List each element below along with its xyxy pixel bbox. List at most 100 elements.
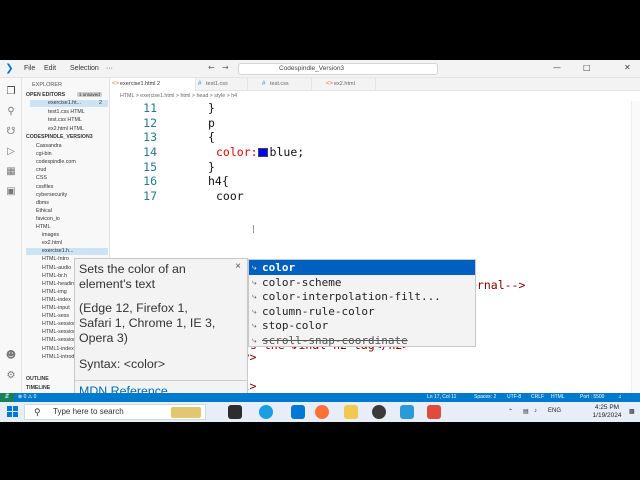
back-arrow-icon[interactable]: ← bbox=[208, 63, 215, 72]
file-tree-item[interactable]: HTML bbox=[26, 224, 108, 231]
open-editor-item[interactable]: test1.css HTML bbox=[30, 109, 108, 116]
settings-gear-icon[interactable]: ⚙ bbox=[5, 370, 17, 382]
file-tree-item[interactable]: cssfiles bbox=[26, 184, 108, 191]
file-tree-item[interactable]: favicon_io bbox=[26, 216, 108, 223]
tab-test-css[interactable]: # test.css bbox=[260, 78, 312, 91]
doc-browsers-line: (Edge 12, Firefox 1, bbox=[79, 301, 188, 315]
app-red-icon[interactable] bbox=[427, 405, 441, 419]
network-icon[interactable]: ▤ bbox=[523, 408, 529, 415]
file-tree-item[interactable]: Cassandra bbox=[26, 143, 108, 150]
obs-icon[interactable] bbox=[372, 405, 386, 419]
firefox-icon[interactable] bbox=[315, 405, 329, 419]
input-language[interactable]: ENG bbox=[548, 408, 561, 414]
code-line[interactable]: } bbox=[208, 101, 215, 115]
open-editor-item[interactable]: exercise1.ht... 2 bbox=[30, 100, 108, 107]
encoding-status[interactable]: UTF-8 bbox=[507, 393, 521, 402]
language-mode[interactable]: HTML bbox=[551, 393, 565, 402]
close-window-icon[interactable]: ✕ bbox=[624, 63, 631, 72]
code-line[interactable]: { bbox=[208, 130, 215, 144]
suggestion-item[interactable]: ⤷ color-scheme bbox=[249, 275, 475, 290]
mouse-cursor bbox=[253, 225, 254, 233]
line-number: 16 bbox=[143, 174, 157, 188]
suggestion-item[interactable]: ⤷ color bbox=[249, 260, 475, 275]
code-text: } bbox=[208, 159, 215, 174]
open-editor-item[interactable]: test.css HTML bbox=[30, 117, 108, 124]
tab-exercise1[interactable]: <> exercise1.html 2 bbox=[110, 78, 196, 91]
indentation-status[interactable]: Spaces: 2 bbox=[474, 393, 496, 402]
open-editor-item[interactable]: ex2.html HTML bbox=[30, 126, 108, 133]
suggestion-item[interactable]: ⤷ scroll-snap-coordinate bbox=[249, 333, 475, 348]
breadcrumb[interactable]: HTML > exercise1.html > html > head > st… bbox=[110, 91, 640, 101]
windows-start-icon[interactable] bbox=[7, 406, 19, 418]
file-tree-item[interactable]: Ethical bbox=[26, 208, 108, 215]
code-line[interactable]: coor bbox=[216, 189, 244, 203]
extensions-icon[interactable]: ▦ bbox=[5, 166, 17, 178]
color-swatch[interactable] bbox=[257, 148, 268, 157]
menu-file[interactable]: File bbox=[24, 65, 35, 72]
taskbar-search-placeholder: Type here to search bbox=[53, 407, 124, 416]
timeline-header[interactable]: TIMELINE bbox=[26, 385, 50, 391]
task-view-icon[interactable] bbox=[228, 405, 242, 419]
minimap[interactable] bbox=[631, 101, 640, 393]
taskbar-search[interactable]: ⚲ Type here to search bbox=[24, 404, 206, 420]
search-highlight-image bbox=[171, 407, 201, 418]
search-icon[interactable]: ⚲ bbox=[5, 106, 17, 118]
forward-arrow-icon[interactable]: → bbox=[222, 63, 229, 72]
suggestion-item[interactable]: ⤷ stop-color bbox=[249, 318, 475, 333]
cursor-position[interactable]: Ln 17, Col 11 bbox=[427, 393, 456, 402]
file-tree-item[interactable]: images bbox=[26, 232, 108, 239]
run-debug-icon[interactable]: ▷ bbox=[5, 146, 17, 158]
remote-indicator-icon[interactable]: ⇵ bbox=[0, 393, 14, 402]
css-file-icon: # bbox=[262, 81, 266, 87]
account-icon[interactable]: ☻ bbox=[5, 350, 17, 362]
file-tree-item[interactable]: exercise1.h... bbox=[26, 248, 108, 256]
editor-tabs: <> exercise1.html 2 # test1.css # test.css … bbox=[110, 78, 640, 91]
file-tree-item[interactable]: cybersecurity bbox=[26, 192, 108, 199]
tab-test1-css[interactable]: # test1.css bbox=[196, 78, 248, 91]
open-editors-header[interactable]: OPEN EDITORS bbox=[26, 92, 65, 98]
explorer-icon[interactable]: ❐ bbox=[5, 86, 17, 98]
live-server-port[interactable]: Port : 5500 bbox=[580, 393, 604, 402]
file-tree-item[interactable]: codespindle.com bbox=[26, 159, 108, 166]
problems-status[interactable]: ⊗ 0 ⚠ 0 bbox=[18, 393, 36, 402]
file-tree-item[interactable]: crud bbox=[26, 167, 108, 174]
file-explorer-icon[interactable] bbox=[344, 405, 358, 419]
app-icon[interactable] bbox=[400, 405, 414, 419]
explorer-title: EXPLORER bbox=[32, 82, 62, 88]
autocomplete-list: ⤷ color ⤷ color-scheme ⤷ color-interpolation-… bbox=[248, 259, 476, 347]
outline-header[interactable]: OUTLINE bbox=[26, 376, 49, 382]
remote-explorer-icon[interactable]: ▣ bbox=[5, 186, 17, 198]
edge-browser-icon[interactable] bbox=[259, 405, 273, 419]
more-menu-icon[interactable]: ··· bbox=[106, 65, 113, 72]
tab-ex2[interactable]: <> ex2.html bbox=[324, 78, 376, 91]
source-control-icon[interactable]: ☋ bbox=[5, 126, 17, 138]
file-tree-item[interactable]: dbms bbox=[26, 200, 108, 207]
code-line[interactable]: h4{ bbox=[208, 174, 229, 188]
vscode-taskbar-icon[interactable] bbox=[291, 405, 305, 419]
suggestion-item[interactable]: ⤷ column-rule-color bbox=[249, 304, 475, 319]
notifications-bell-icon[interactable]: ♫ bbox=[618, 393, 622, 402]
command-center-search[interactable]: Codespindle_Version3 bbox=[238, 63, 438, 75]
property-icon: ⤷ bbox=[252, 321, 257, 330]
minimize-icon[interactable]: — bbox=[553, 63, 561, 72]
tray-chevron-icon[interactable]: ⌃ bbox=[508, 408, 513, 415]
code-line[interactable]: color: blue; bbox=[216, 145, 304, 159]
code-line[interactable]: p bbox=[208, 116, 215, 130]
css-value: blue; bbox=[269, 145, 305, 159]
close-doc-icon[interactable]: × bbox=[235, 259, 241, 274]
property-icon: ⤷ bbox=[252, 277, 257, 287]
project-folder-header[interactable]: CODESPINDLE_VERSION3 bbox=[26, 134, 93, 140]
file-tree-item[interactable]: cgi-bin bbox=[26, 151, 108, 158]
file-tree-item[interactable]: CSS bbox=[26, 175, 108, 182]
clock[interactable]: 4:25 PM 1/19/2024 bbox=[587, 404, 627, 420]
suggestion-item[interactable]: ⤷ color-interpolation-filt... bbox=[249, 289, 475, 304]
menu-edit[interactable]: Edit bbox=[44, 65, 56, 72]
code-line[interactable]: ernal--> bbox=[470, 278, 525, 292]
file-tree-item[interactable]: ex2.html bbox=[26, 240, 108, 247]
volume-icon[interactable]: ♪ bbox=[534, 408, 537, 414]
notification-center-icon[interactable]: ▩ bbox=[629, 408, 635, 415]
eol-status[interactable]: CRLF bbox=[531, 393, 544, 402]
menu-selection[interactable]: Selection bbox=[70, 65, 99, 72]
maximize-icon[interactable]: □ bbox=[583, 63, 591, 72]
code-line[interactable]: } bbox=[208, 160, 215, 174]
